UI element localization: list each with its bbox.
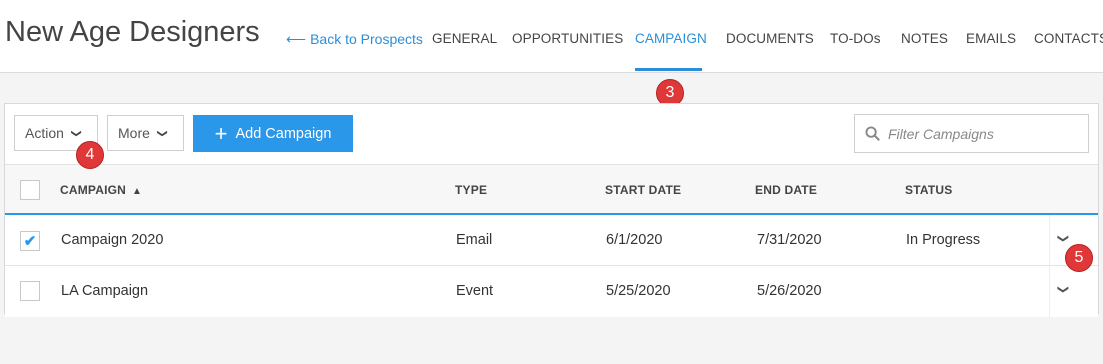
tab-campaign[interactable]: CAMPAIGN [635, 31, 707, 46]
column-header-campaign[interactable]: CAMPAIGN ▲ [60, 183, 142, 197]
page-title: New Age Designers [5, 16, 260, 48]
back-link-label: Back to Prospects [310, 31, 423, 47]
select-all-checkbox[interactable] [20, 180, 40, 200]
row-divider [1049, 266, 1050, 317]
sort-ascending-icon: ▲ [132, 186, 143, 197]
arrow-left-icon: ⟵ [286, 31, 307, 47]
add-campaign-button[interactable]: + Add Campaign [193, 115, 353, 152]
cell-type: Email [456, 232, 493, 248]
add-campaign-label: Add Campaign [235, 125, 332, 142]
active-tab-indicator [635, 68, 702, 71]
row-divider [1049, 215, 1050, 265]
row-checkbox-checked[interactable]: ✔ [20, 231, 40, 251]
cell-start-date: 5/25/2020 [606, 283, 671, 299]
row-expand-chevron-icon[interactable]: ❯ [1057, 234, 1070, 243]
column-header-status[interactable]: STATUS [905, 183, 952, 197]
more-dropdown-button[interactable]: More ❯ [107, 115, 184, 151]
toolbar: Action ❯ More ❯ + Add Campaign [5, 104, 1098, 164]
back-to-prospects-link[interactable]: ⟵ Back to Prospects [286, 31, 423, 48]
step-marker-5: 5 [1065, 244, 1093, 272]
tab-todos[interactable]: TO-DOs [830, 31, 881, 46]
column-header-type[interactable]: TYPE [455, 183, 487, 197]
more-label: More [118, 125, 150, 141]
tab-opportunities[interactable]: OPPORTUNITIES [512, 31, 623, 46]
table-row[interactable]: ✔ Campaign 2020 Email 6/1/2020 7/31/2020… [5, 215, 1098, 266]
table-header: CAMPAIGN ▲ TYPE START DATE END DATE STATU… [5, 164, 1098, 215]
cell-end-date: 5/26/2020 [757, 283, 822, 299]
row-expand-chevron-icon[interactable]: ❯ [1057, 285, 1070, 294]
tab-emails[interactable]: EMAILS [966, 31, 1016, 46]
cell-end-date: 7/31/2020 [757, 232, 822, 248]
chevron-down-icon: ❯ [70, 128, 82, 138]
filter-campaigns-field[interactable] [854, 114, 1089, 153]
row-checkbox[interactable] [20, 281, 40, 301]
chevron-down-icon: ❯ [156, 128, 168, 138]
action-label: Action [25, 125, 64, 141]
cell-campaign[interactable]: Campaign 2020 [61, 232, 163, 248]
plus-icon: + [214, 120, 228, 146]
cell-start-date: 6/1/2020 [606, 232, 663, 248]
tab-documents[interactable]: DOCUMENTS [726, 31, 814, 46]
table-row[interactable]: LA Campaign Event 5/25/2020 5/26/2020 ❯ [5, 266, 1098, 317]
cell-type: Event [456, 283, 494, 299]
page-header: New Age Designers ⟵ Back to Prospects GEN… [0, 0, 1103, 73]
column-header-start-date[interactable]: START DATE [605, 183, 681, 197]
cell-status: In Progress [906, 232, 981, 248]
filter-campaigns-input[interactable] [886, 124, 1080, 143]
column-campaign-label: CAMPAIGN [60, 183, 127, 197]
column-header-end-date[interactable]: END DATE [755, 183, 817, 197]
search-icon [865, 126, 880, 141]
tab-general[interactable]: GENERAL [432, 31, 497, 46]
campaign-panel: Action ❯ More ❯ + Add Campaign CAMPAIGN ▲… [4, 103, 1099, 317]
cell-campaign[interactable]: LA Campaign [61, 283, 148, 299]
tab-notes[interactable]: NOTES [901, 31, 948, 46]
step-marker-4: 4 [76, 141, 104, 169]
tab-contacts[interactable]: CONTACTS [1034, 31, 1103, 46]
